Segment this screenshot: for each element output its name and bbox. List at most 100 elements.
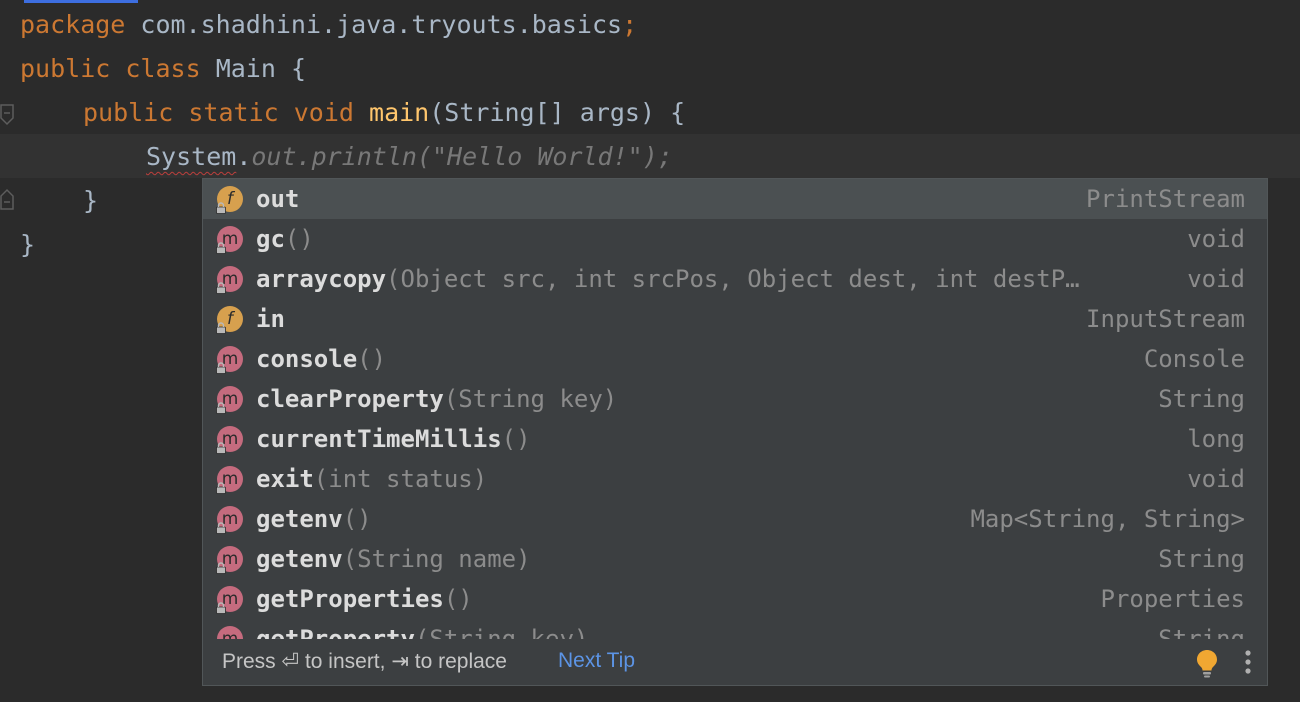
completion-item-params: (String key) bbox=[443, 385, 618, 413]
completion-item-name: gc bbox=[256, 225, 285, 253]
method-icon: m bbox=[215, 586, 243, 614]
brace: { bbox=[275, 54, 307, 83]
completion-item-name: getenv bbox=[256, 505, 343, 533]
completion-item-label: exit(int status) bbox=[256, 459, 487, 499]
completion-item-label: gc() bbox=[256, 219, 314, 259]
completion-item-params: () bbox=[501, 425, 531, 453]
completion-item-name: arraycopy bbox=[256, 265, 387, 293]
field-icon: f bbox=[215, 306, 243, 334]
completion-footer: Press ⏎ to insert, ⇥ to replace Next Tip bbox=[203, 639, 1267, 685]
code-line-println[interactable]: System.out.println("Hello World!"); bbox=[146, 135, 673, 179]
method-icon: m bbox=[215, 546, 243, 574]
completion-item-type: Map<String, String> bbox=[970, 505, 1245, 533]
method-icon: m bbox=[215, 266, 243, 294]
completion-item-label: console() bbox=[256, 339, 386, 379]
method-icon: m bbox=[215, 426, 243, 454]
completion-item-name: out bbox=[256, 185, 300, 213]
package-name: com.shadhini.java.tryouts.basics bbox=[125, 10, 623, 39]
code-line-close-method[interactable]: } bbox=[83, 179, 98, 223]
completion-item-params: () bbox=[284, 225, 314, 253]
keyword: public bbox=[20, 54, 111, 83]
lightbulb-icon[interactable] bbox=[1194, 648, 1220, 678]
completion-popup[interactable]: f out PrintStream m gc() void m arraycopy(Objec… bbox=[202, 178, 1268, 686]
completion-item-name: in bbox=[256, 305, 285, 333]
completion-item-type: String bbox=[1158, 385, 1245, 413]
completion-item[interactable]: m clearProperty(String key) String bbox=[203, 379, 1267, 419]
class-name: Main bbox=[215, 54, 276, 83]
completion-item[interactable]: m exit(int status) void bbox=[203, 459, 1267, 499]
completion-item-name: clearProperty bbox=[256, 385, 444, 413]
method-signature: (String[] args) { bbox=[429, 98, 686, 127]
completion-item-name: getProperty bbox=[256, 625, 415, 639]
completion-item-label: getProperty(String key) bbox=[256, 619, 588, 639]
system-identifier: System bbox=[146, 142, 237, 171]
completion-item-label: currentTimeMillis() bbox=[256, 419, 531, 459]
method-icon: m bbox=[215, 346, 243, 374]
method-icon: m bbox=[215, 506, 243, 534]
completion-item[interactable]: f in InputStream bbox=[203, 299, 1267, 339]
completion-item-label: getProperties() bbox=[256, 579, 473, 619]
method-icon: m bbox=[215, 386, 243, 414]
inline-suggestion: out.println("Hello World!"); bbox=[251, 142, 673, 171]
method-icon: m bbox=[215, 466, 243, 494]
keyword: void bbox=[293, 98, 354, 127]
method-name: main bbox=[369, 98, 430, 127]
semicolon: ; bbox=[622, 10, 638, 39]
completion-item-params: (Object src, int srcPos, Object dest, in… bbox=[386, 265, 1080, 293]
more-vertical-icon[interactable] bbox=[1241, 648, 1255, 678]
completion-item-type: long bbox=[1187, 425, 1245, 453]
completion-item[interactable]: m getenv(String name) String bbox=[203, 539, 1267, 579]
completion-item-params: () bbox=[357, 345, 387, 373]
completion-item[interactable]: m console() Console bbox=[203, 339, 1267, 379]
completion-item-name: getenv bbox=[256, 545, 343, 573]
keyword: public bbox=[83, 98, 174, 127]
completion-item-type: Console bbox=[1143, 345, 1245, 373]
keyword: class bbox=[125, 54, 201, 83]
method-icon: m bbox=[215, 226, 243, 254]
code-line-package[interactable]: package com.shadhini.java.tryouts.basics… bbox=[20, 3, 637, 47]
completion-item-name: getProperties bbox=[256, 585, 444, 613]
code-line-class[interactable]: public class Main { bbox=[20, 47, 306, 91]
completion-item-type: void bbox=[1187, 265, 1245, 293]
fold-icon[interactable] bbox=[0, 104, 14, 126]
completion-item-type: String bbox=[1158, 625, 1245, 639]
completion-item-params: () bbox=[342, 505, 372, 533]
completion-item-type: PrintStream bbox=[1086, 185, 1245, 213]
completion-item-type: void bbox=[1187, 465, 1245, 493]
brace: } bbox=[20, 230, 36, 259]
completion-item-type: Properties bbox=[1100, 585, 1246, 613]
completion-item-params: (int status) bbox=[313, 465, 488, 493]
method-icon: m bbox=[215, 626, 243, 639]
completion-list[interactable]: f out PrintStream m gc() void m arraycopy(Objec… bbox=[203, 179, 1267, 639]
field-icon: f bbox=[215, 186, 243, 214]
completion-item[interactable]: m getProperties() Properties bbox=[203, 579, 1267, 619]
completion-item-params: (String key) bbox=[414, 625, 589, 639]
completion-item-params: (String name) bbox=[342, 545, 531, 573]
footer-hint: Press ⏎ to insert, ⇥ to replace bbox=[222, 650, 507, 673]
completion-item[interactable]: f out PrintStream bbox=[203, 179, 1267, 219]
code-line-close-class[interactable]: } bbox=[20, 223, 35, 267]
completion-item[interactable]: m currentTimeMillis() long bbox=[203, 419, 1267, 459]
dot: . bbox=[236, 142, 252, 171]
completion-item[interactable]: m gc() void bbox=[203, 219, 1267, 259]
unfold-icon[interactable] bbox=[0, 188, 14, 210]
completion-item-name: exit bbox=[256, 465, 314, 493]
completion-item-name: currentTimeMillis bbox=[256, 425, 502, 453]
completion-item-params: () bbox=[443, 585, 473, 613]
completion-item[interactable]: m arraycopy(Object src, int srcPos, Objec… bbox=[203, 259, 1267, 299]
code-line-main[interactable]: public static void main(String[] args) { bbox=[83, 91, 685, 135]
completion-item-label: arraycopy(Object src, int srcPos, Object… bbox=[256, 259, 1080, 299]
keyword: static bbox=[188, 98, 279, 127]
completion-item[interactable]: m getProperty(String key) String bbox=[203, 619, 1267, 639]
completion-item-type: String bbox=[1158, 545, 1245, 573]
completion-item-label: getenv() bbox=[256, 499, 372, 539]
completion-item-type: void bbox=[1187, 225, 1245, 253]
next-tip-link[interactable]: Next Tip bbox=[558, 649, 635, 673]
completion-item-label: getenv(String name) bbox=[256, 539, 531, 579]
completion-item-type: InputStream bbox=[1086, 305, 1245, 333]
completion-item-label: clearProperty(String key) bbox=[256, 379, 617, 419]
completion-item-name: console bbox=[256, 345, 358, 373]
completion-item[interactable]: m getenv() Map<String, String> bbox=[203, 499, 1267, 539]
keyword: package bbox=[20, 10, 126, 39]
brace: } bbox=[83, 186, 99, 215]
